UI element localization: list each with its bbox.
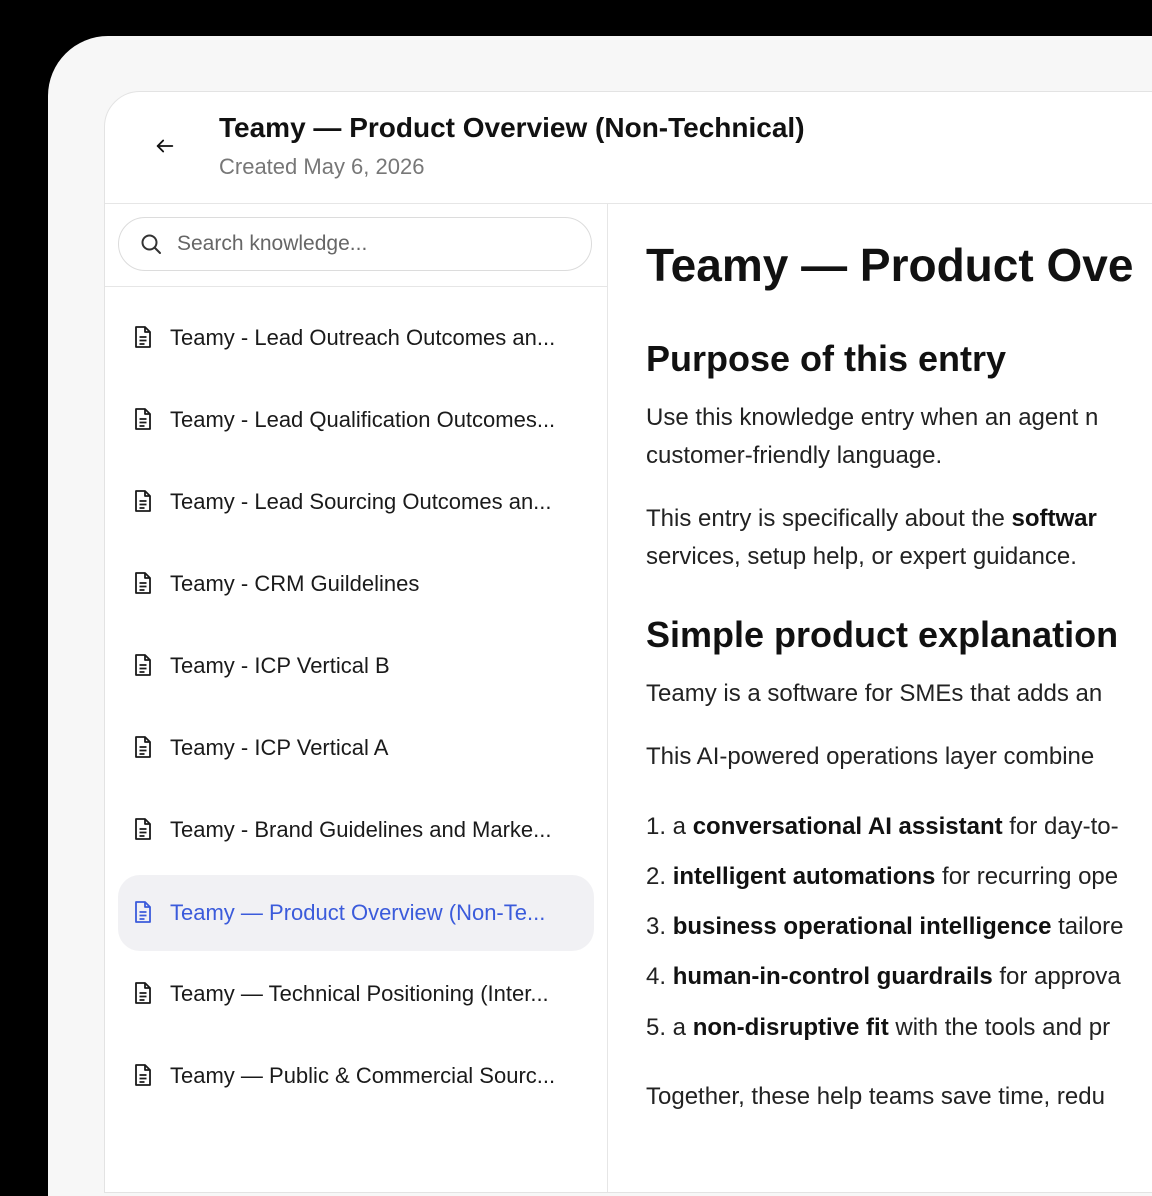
document-icon xyxy=(132,489,156,515)
list-number: 1. a xyxy=(646,813,693,840)
list-item-label: Teamy — Product Overview (Non-Te... xyxy=(170,900,546,925)
bold-text: business operational intelligence xyxy=(672,913,1052,940)
list-number: 2. xyxy=(646,863,673,890)
paragraph-line: This entry is specifically about the sof… xyxy=(646,500,1097,538)
list-item[interactable]: Teamy - Brand Guidelines and Marke... xyxy=(118,793,594,867)
list-number: 5. a xyxy=(646,1014,693,1041)
section-heading: Purpose of this entry xyxy=(646,338,1007,379)
document-icon xyxy=(132,571,156,597)
text-span: tailore xyxy=(1051,913,1124,940)
list-item-label: Teamy - Lead Sourcing Outcomes an... xyxy=(170,489,552,514)
created-date: Created May 6, 2026 xyxy=(219,154,425,179)
list-item: 4. human-in-control guardrails for appro… xyxy=(646,958,1121,996)
back-button[interactable] xyxy=(151,132,179,160)
list-item-label: Teamy - Lead Qualification Outcomes... xyxy=(170,407,556,432)
document-title: Teamy — Product Ove xyxy=(646,239,1134,291)
search-box[interactable] xyxy=(118,217,592,271)
list-item: 1. a conversational AI assistant for day… xyxy=(646,808,1119,846)
arrow-left-icon xyxy=(156,139,174,153)
page-title: Teamy — Product Overview (Non-Technical) xyxy=(219,112,805,143)
list-item: 3. business operational intelligence tai… xyxy=(646,908,1124,946)
list-item[interactable]: Teamy - ICP Vertical A xyxy=(118,711,594,785)
document-icon xyxy=(132,1063,156,1089)
list-item: 5. a non-disruptive fit with the tools a… xyxy=(646,1009,1110,1047)
list-item-label: Teamy - ICP Vertical B xyxy=(170,653,390,678)
list-item[interactable]: Teamy - ICP Vertical B xyxy=(118,629,594,703)
document-icon xyxy=(132,325,156,351)
search-input[interactable] xyxy=(175,231,559,257)
section-heading: Simple product explanation xyxy=(646,614,1119,655)
document-header: Teamy — Product Overview (Non-Technical)… xyxy=(105,92,1152,204)
text-span: for recurring ope xyxy=(935,863,1119,890)
paragraph-line: Teamy is a software for SMEs that adds a… xyxy=(646,680,1103,707)
knowledge-window: Teamy — Product Overview (Non-Technical)… xyxy=(104,91,1152,1193)
bold-text: softwar xyxy=(1011,505,1097,532)
list-number: 4. xyxy=(646,963,673,990)
search-icon xyxy=(141,234,161,254)
list-item: 2. intelligent automations for recurring… xyxy=(646,858,1118,896)
knowledge-sidebar: Teamy - Lead Outreach Outcomes an... Tea… xyxy=(105,204,608,1192)
list-item-label: Teamy - ICP Vertical A xyxy=(170,735,389,760)
document-icon xyxy=(132,735,156,761)
list-item[interactable]: Teamy - Lead Qualification Outcomes... xyxy=(118,383,594,457)
list-number: 3. xyxy=(646,913,673,940)
document-icon xyxy=(132,817,156,843)
list-item-label: Teamy — Public & Commercial Sourc... xyxy=(170,1063,556,1088)
bold-text: non-disruptive fit xyxy=(692,1014,889,1041)
list-item-active[interactable]: Teamy — Product Overview (Non-Te... xyxy=(118,875,594,951)
text-span: with the tools and pr xyxy=(888,1014,1111,1041)
text-span: This entry is specifically about the xyxy=(646,505,1012,532)
list-item[interactable]: Teamy - Lead Outreach Outcomes an... xyxy=(118,301,594,375)
bold-text: intelligent automations xyxy=(672,863,936,890)
list-item[interactable]: Teamy - CRM Guildelines xyxy=(118,547,594,621)
paragraph-line: Together, these help teams save time, re… xyxy=(646,1083,1105,1110)
paragraph-line: Use this knowledge entry when an agent n xyxy=(646,404,1099,431)
document-icon xyxy=(132,407,156,433)
divider xyxy=(105,286,607,287)
list-item-label: Teamy - Lead Outreach Outcomes an... xyxy=(170,325,556,350)
bold-text: human-in-control guardrails xyxy=(672,963,993,990)
list-item-label: Teamy - Brand Guidelines and Marke... xyxy=(170,817,552,842)
document-icon xyxy=(132,981,156,1007)
list-item[interactable]: Teamy - Lead Sourcing Outcomes an... xyxy=(118,465,594,539)
bold-text: conversational AI assistant xyxy=(692,813,1003,840)
paragraph-line: services, setup help, or expert guidance… xyxy=(646,543,1077,570)
list-item[interactable]: Teamy — Technical Positioning (Inter... xyxy=(118,957,594,1031)
list-item-label: Teamy — Technical Positioning (Inter... xyxy=(170,981,549,1006)
document-content: Teamy — Product Ove Purpose of this entr… xyxy=(608,204,1152,1192)
document-icon xyxy=(132,653,156,679)
paragraph-line: This AI-powered operations layer combine xyxy=(646,743,1095,770)
text-span: for approva xyxy=(992,963,1121,990)
paragraph-line: customer-friendly language. xyxy=(646,442,943,469)
list-item[interactable]: Teamy — Public & Commercial Sourc... xyxy=(118,1039,594,1113)
document-icon xyxy=(132,900,156,926)
list-item-label: Teamy - CRM Guildelines xyxy=(170,571,420,596)
text-span: for day-to- xyxy=(1002,813,1119,840)
